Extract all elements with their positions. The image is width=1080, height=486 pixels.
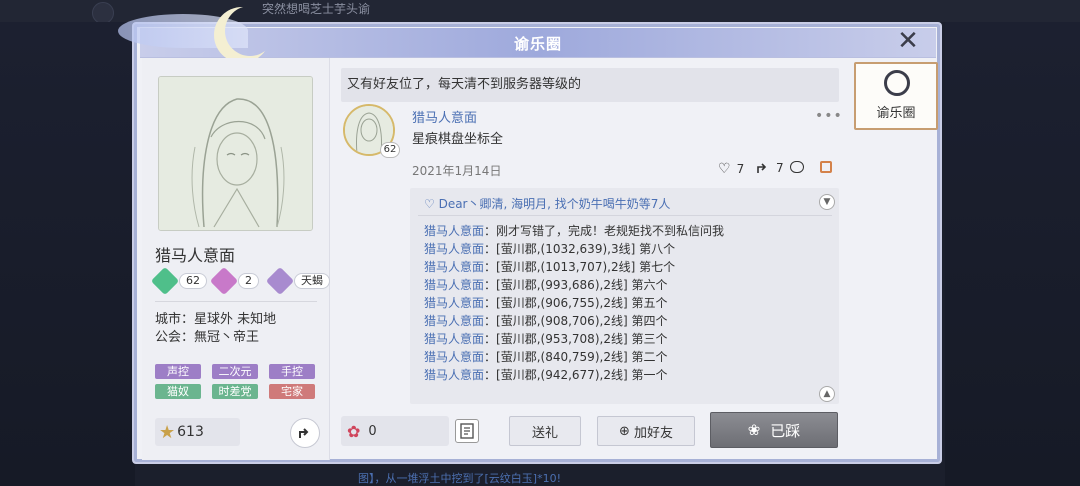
add-friend-icon: ⊕ (619, 423, 630, 439)
background-icon (92, 2, 114, 24)
profile-divider (155, 301, 317, 302)
tag-item: 猫奴 (155, 384, 201, 399)
liked-by-list[interactable]: ♡ Dear丶卿清, 海明月, 找个奶牛喝牛奶等7人 (424, 195, 670, 212)
stat-zodiac: 天蝎 (265, 266, 330, 296)
comment-text: ：[萤川郡,(1032,639),3线] 第八个 (484, 242, 676, 256)
background-system-message: 图】，从一堆浮土中挖到了[云纹白玉]*10! (358, 472, 561, 485)
flower-count: ✿ 0 (341, 416, 449, 446)
visited-button[interactable]: ❀ 已踩 (710, 412, 838, 448)
moon-decoration (225, 6, 275, 56)
comment-author[interactable]: 猎马人意面 (424, 260, 484, 274)
comment-line: 猎马人意面：[萤川郡,(1032,639),3线] 第八个 (424, 240, 675, 257)
repost-count: 7 (776, 161, 784, 175)
star-count-value: 613 (177, 424, 204, 440)
comment-author[interactable]: 猎马人意面 (424, 368, 484, 382)
comment-author[interactable]: 猎马人意面 (424, 296, 484, 310)
like-count: 7 (736, 162, 745, 176)
like-button[interactable]: ♡ 7 (718, 161, 744, 177)
comment-text: ：刚才写错了，完成！老规矩找不到私信问我 (484, 224, 725, 238)
comment-line: 猎马人意面：刚才写错了，完成！老规矩找不到私信问我 (424, 222, 724, 239)
close-button[interactable]: ✕ (894, 28, 922, 56)
comment-line: 猎马人意面：[萤川郡,(908,706),2线] 第四个 (424, 312, 667, 329)
stat-level-value: 62 (179, 273, 207, 289)
post-author-name[interactable]: 猎马人意面 (412, 107, 477, 126)
heart-outline-icon: ♡ (424, 197, 439, 211)
comments-divider (418, 215, 832, 216)
heart-icon: ♡ (718, 161, 731, 177)
gift-icon (820, 161, 832, 173)
send-gift-button[interactable]: 送礼 (509, 416, 581, 446)
comment-author[interactable]: 猎马人意面 (424, 242, 484, 256)
tag-item: 手控 (269, 364, 315, 379)
tab-yule-circle[interactable]: 谕乐圈 (854, 62, 938, 130)
comment-text: ：[萤川郡,(953,708),2线] 第三个 (484, 332, 668, 346)
comment-line: 猎马人意面：[萤川郡,(906,755),2线] 第五个 (424, 294, 667, 311)
note-icon (460, 423, 474, 439)
post-author-level: 62 (380, 142, 400, 158)
comment-author[interactable]: 猎马人意面 (424, 224, 484, 238)
comment-author[interactable]: 猎马人意面 (424, 350, 484, 364)
comment-line: 猎马人意面：[萤川郡,(1013,707),2线] 第七个 (424, 258, 675, 275)
comment-text: ：[萤川郡,(993,686),2线] 第六个 (484, 278, 668, 292)
flower-icon: ✿ (347, 421, 361, 441)
chevron-up-icon[interactable]: ▲ (819, 386, 835, 402)
gift-post-button[interactable] (820, 161, 832, 173)
profile-name: 猎马人意面 (155, 246, 236, 265)
post-date: 2021年1月14日 (412, 164, 502, 178)
comment-author[interactable]: 猎马人意面 (424, 314, 484, 328)
comment-icon (790, 161, 804, 173)
comment-line: 猎马人意面：[萤川郡,(840,759),2线] 第二个 (424, 348, 667, 365)
tag-item: 宅家 (269, 384, 315, 399)
more-options-icon[interactable]: ••• (815, 108, 843, 124)
share-profile-button[interactable] (290, 418, 320, 448)
comment-text: ：[萤川郡,(1013,707),2线] 第七个 (484, 260, 676, 274)
comment-author[interactable]: 猎马人意面 (424, 332, 484, 346)
share-icon (299, 428, 309, 438)
background-chat-text: 突然想喝芝士芋头谕 (262, 2, 371, 16)
post-content: 星痕棋盘坐标全 (412, 132, 504, 147)
background-right (945, 22, 1080, 486)
comment-line: 猎马人意面：[萤川郡,(993,686),2线] 第六个 (424, 276, 667, 293)
flower-count-value: 0 (368, 423, 377, 439)
star-icon: ★ (159, 421, 176, 443)
comment-text: ：[萤川郡,(840,759),2线] 第二个 (484, 350, 668, 364)
repost-button[interactable]: 7 (756, 161, 784, 175)
stat-level: 62 (150, 266, 207, 296)
note-button[interactable] (455, 419, 479, 443)
comment-text: ：[萤川郡,(942,677),2线] 第一个 (484, 368, 668, 382)
tag-item: 时差党 (212, 384, 258, 399)
stat-charm: 2 (209, 266, 259, 296)
profile-guild: 公会：無冠丶帝王 (155, 330, 260, 345)
chevron-down-icon[interactable]: ▼ (819, 194, 835, 210)
visited-label: 已踩 (770, 421, 801, 440)
background-left (0, 22, 135, 486)
repost-icon (757, 163, 767, 173)
feed-notice: 又有好友位了，每天清不到服务器等级的 (341, 68, 839, 102)
tag-item: 声控 (155, 364, 201, 379)
comment-button[interactable] (790, 161, 804, 173)
comment-line: 猎马人意面：[萤川郡,(953,708),2线] 第三个 (424, 330, 667, 347)
star-count: ★ 613 (155, 418, 240, 446)
swirl-icon (884, 70, 910, 96)
comment-author[interactable]: 猎马人意面 (424, 278, 484, 292)
stat-charm-value: 2 (238, 273, 259, 289)
profile-city: 城市：星球外 未知地 (155, 312, 277, 327)
paw-icon: ❀ (747, 421, 761, 439)
tab-yule-circle-label: 谕乐圈 (876, 106, 916, 121)
liked-by-names: Dear丶卿清, 海明月, 找个奶牛喝牛奶等7人 (438, 197, 671, 211)
tag-item: 二次元 (212, 364, 258, 379)
add-friend-label: 加好友 (633, 425, 673, 441)
comment-text: ：[萤川郡,(906,755),2线] 第五个 (484, 296, 668, 310)
add-friend-button[interactable]: ⊕ 加好友 (597, 416, 695, 446)
comment-text: ：[萤川郡,(908,706),2线] 第四个 (484, 314, 668, 328)
avatar-sketch (159, 77, 312, 230)
stat-zodiac-value: 天蝎 (294, 273, 330, 289)
profile-avatar[interactable] (158, 76, 313, 231)
comment-line: 猎马人意面：[萤川郡,(942,677),2线] 第一个 (424, 366, 667, 383)
